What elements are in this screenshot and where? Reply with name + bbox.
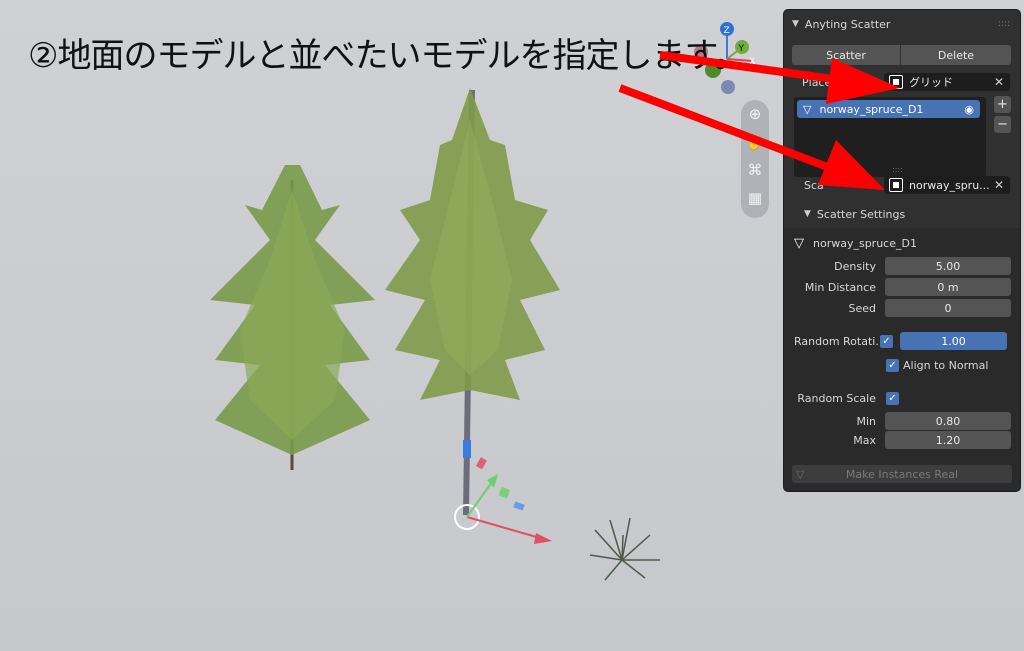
scatter-object-field[interactable]: norway_spru... ✕ [884, 176, 1010, 194]
random-rotation-checkbox[interactable]: ✓ [880, 334, 893, 348]
settings-object-name: norway_spruce_D1 [813, 236, 917, 250]
mesh-object-icon [889, 75, 903, 89]
mesh-object-icon [889, 178, 903, 192]
grid-icon[interactable]: ▦ [741, 184, 769, 212]
clear-icon[interactable]: ✕ [994, 178, 1004, 192]
visibility-eye-icon[interactable]: ◉ [964, 103, 974, 116]
scale-min-label: Min [856, 414, 876, 428]
settings-chevron-icon[interactable]: ▼ [804, 209, 811, 219]
place-object-field[interactable]: グリッド ✕ [884, 73, 1010, 91]
hand-icon[interactable]: ✋ [741, 128, 769, 156]
random-scale-label: Random Scale [797, 391, 876, 405]
remove-item-button[interactable]: − [994, 116, 1011, 133]
scatter-settings-header[interactable]: Scatter Settings [817, 208, 905, 221]
scale-min-field[interactable]: 0.80 [885, 412, 1011, 430]
random-scale-checkbox[interactable]: ✓ [886, 391, 899, 405]
zoom-icon[interactable]: ⊕ [741, 100, 769, 128]
make-instances-real-button[interactable]: ▽ Make Instances Real [792, 465, 1012, 483]
panel-title: Anyting Scatter [804, 17, 891, 31]
viewport-nav-tools: ⊕ ✋ ⌘ ▦ [741, 100, 769, 218]
density-field[interactable]: 5.00 [885, 257, 1011, 275]
seed-field[interactable]: 0 [885, 299, 1011, 317]
scale-max-label: Max [853, 433, 876, 447]
align-normal-label[interactable]: Align to Normal [903, 359, 988, 372]
min-distance-label: Min Distance [804, 280, 876, 294]
camera-icon[interactable]: ⌘ [741, 156, 769, 184]
cone-object-icon: ▽ [794, 235, 804, 251]
seed-label: Seed [848, 301, 877, 315]
scatter-object-list[interactable]: ▽ norway_spruce_D1 ◉ :::: [794, 97, 986, 177]
instruction-annotation: ②地面のモデルと並べたいモデルを指定します。 [28, 36, 748, 76]
anyting-scatter-panel: ▼ Anyting Scatter :::: Scatter Delete Pl… [784, 10, 1020, 491]
list-resize-grip-icon[interactable]: :::: [892, 165, 903, 174]
random-rotation-field[interactable]: 1.00 [900, 332, 1007, 350]
place-object-value: グリッド [909, 76, 953, 89]
list-item[interactable]: ▽ norway_spruce_D1 ◉ [797, 100, 980, 118]
delete-button[interactable]: Delete [901, 45, 1011, 65]
place-label: Place [802, 75, 832, 89]
scatter-button[interactable]: Scatter [792, 45, 900, 65]
drag-handle-icon[interactable]: :::: [998, 19, 1010, 29]
align-normal-checkbox[interactable]: ✓ [886, 358, 899, 372]
add-item-button[interactable]: + [994, 96, 1011, 113]
center-spruce-tree[interactable] [385, 88, 560, 516]
collapse-chevron-icon[interactable]: ▼ [792, 19, 799, 29]
density-label: Density [834, 259, 876, 273]
random-rotation-label: Random Rotati... [794, 334, 886, 348]
min-distance-field[interactable]: 0 m [885, 278, 1011, 296]
list-item-label: norway_spruce_D1 [819, 102, 924, 116]
scale-max-field[interactable]: 1.20 [885, 431, 1011, 449]
left-spruce-tree[interactable] [210, 165, 375, 470]
cone-object-icon: ▽ [796, 467, 805, 481]
clear-icon[interactable]: ✕ [994, 75, 1004, 89]
cone-object-icon: ▽ [803, 102, 812, 116]
make-instances-real-label: Make Instances Real [845, 467, 959, 481]
scatter-object-label: Sca [804, 178, 824, 192]
scatter-object-value: norway_spru... [909, 178, 990, 192]
fern-plant[interactable] [589, 517, 660, 581]
gizmo-x-label: X [749, 57, 755, 67]
